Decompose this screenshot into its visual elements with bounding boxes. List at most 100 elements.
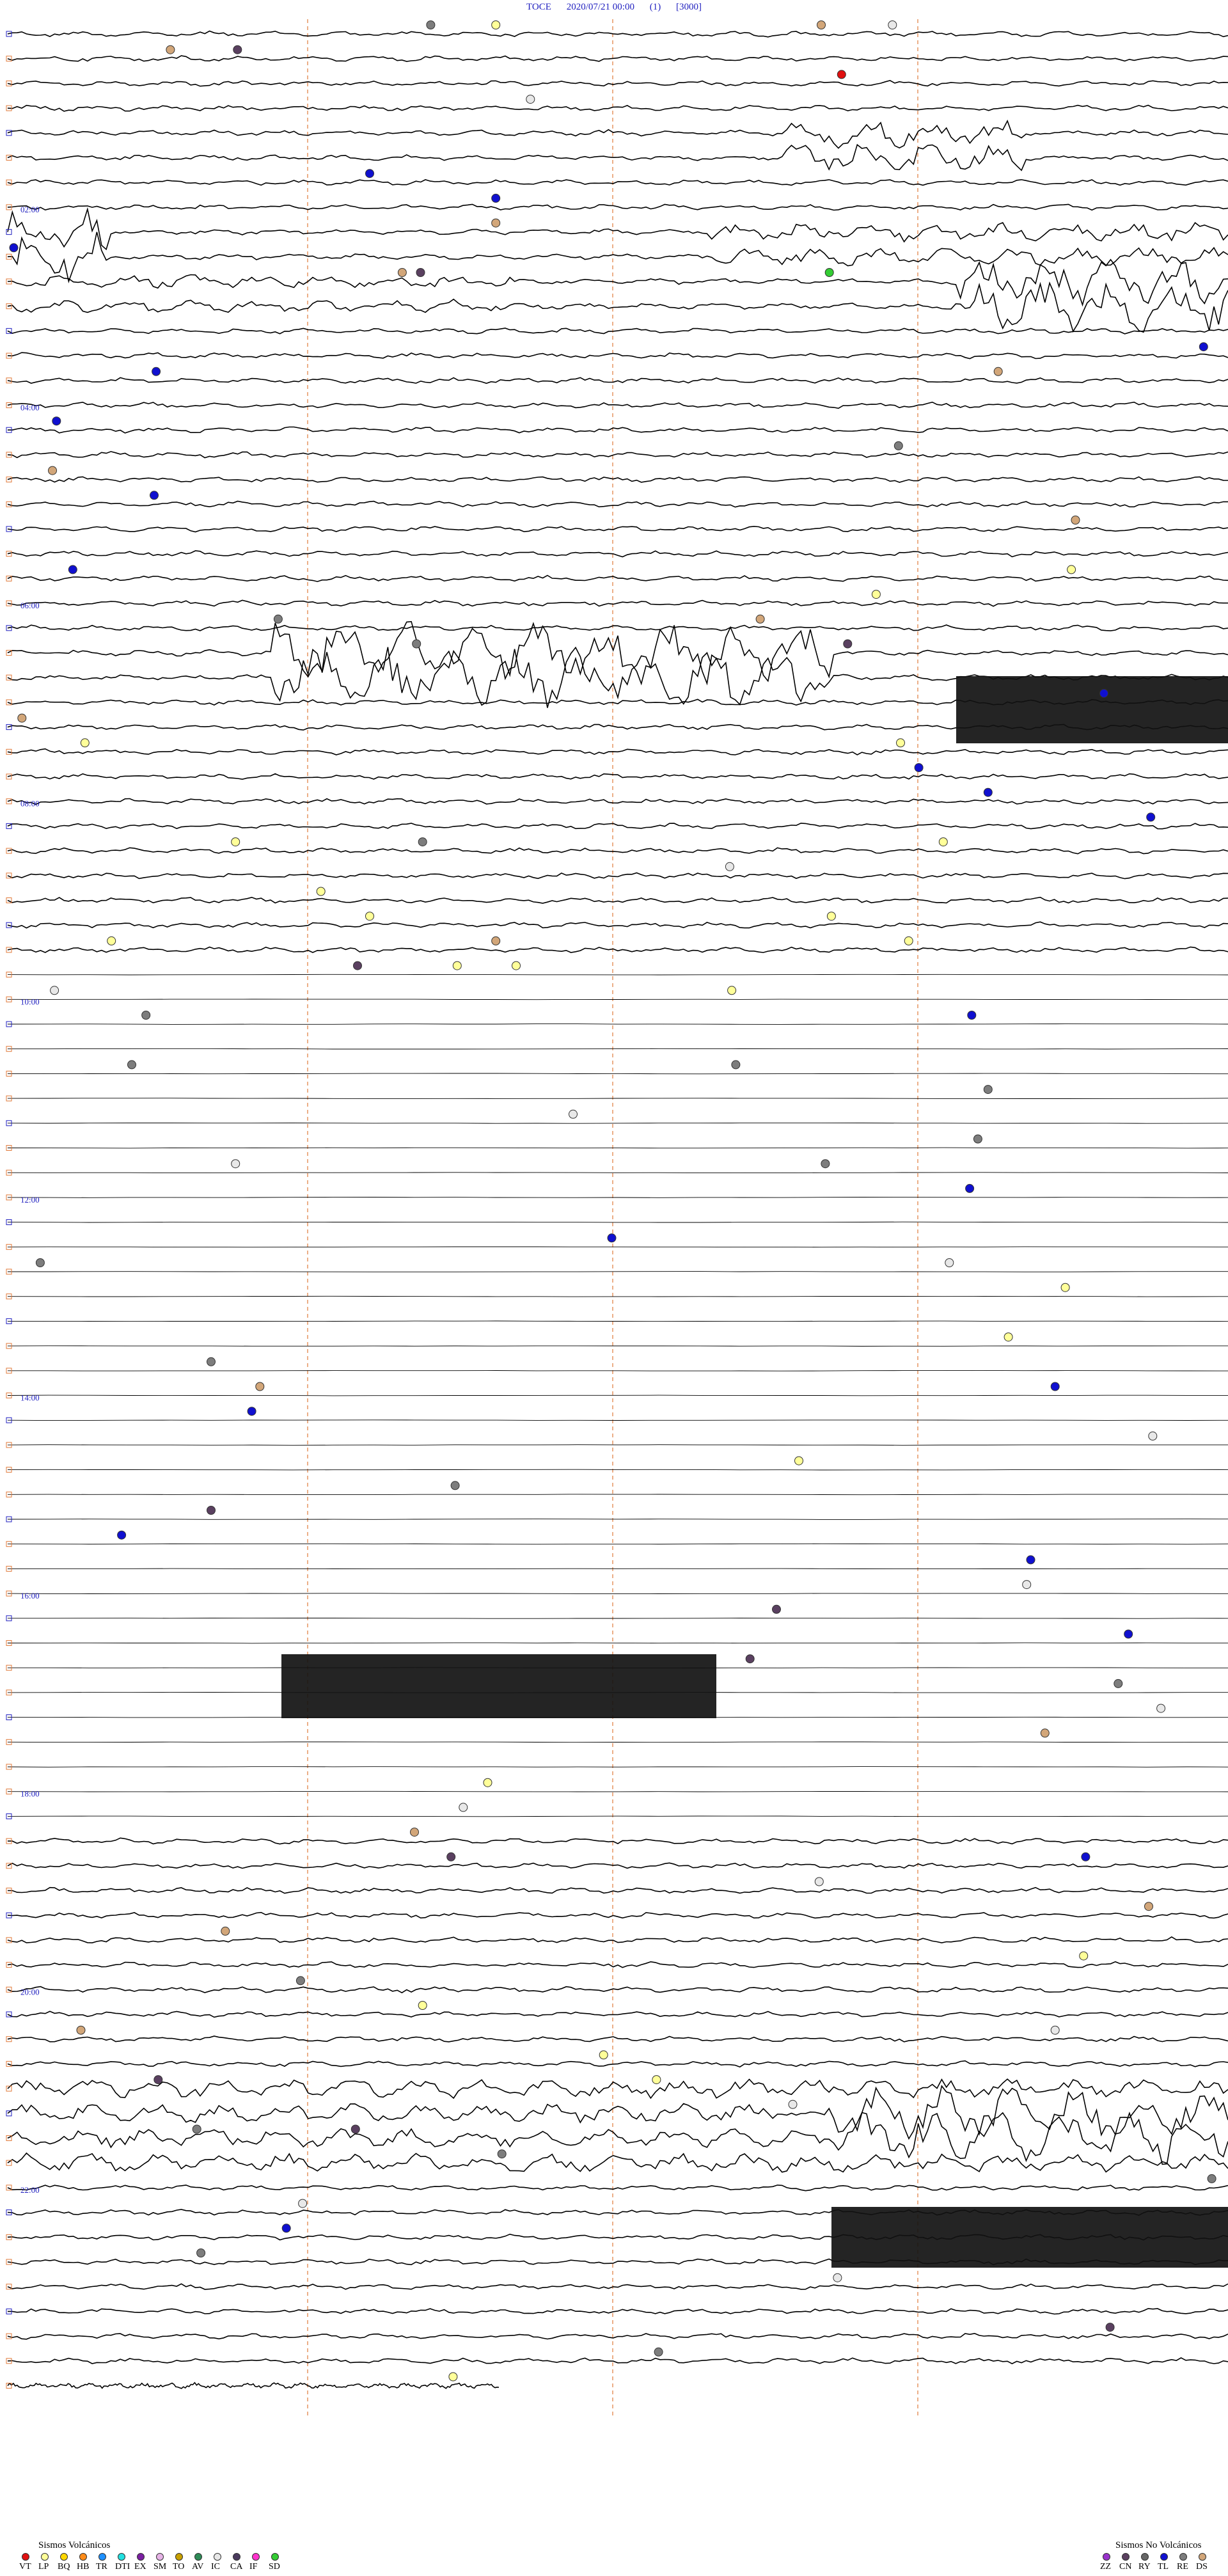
event-marker-ds <box>1040 1728 1050 1738</box>
legend-volcanic-av-label: AV <box>192 2562 204 2572</box>
event-marker-ds <box>166 45 175 54</box>
event-marker-ic <box>788 2099 798 2109</box>
trace-row <box>7 1345 1228 1347</box>
date-time: 2020/07/21 00:00 <box>566 2 634 12</box>
trace-row <box>7 1098 1228 1099</box>
event-marker-tl <box>68 565 77 574</box>
legend-volcanic-dti-swatch <box>118 2553 125 2561</box>
event-marker-lp <box>512 961 521 970</box>
event-marker-cn <box>772 1604 781 1614</box>
trace-row <box>8 1618 1228 1619</box>
event-marker-re <box>192 2124 201 2134</box>
hour-label: 18:00 <box>20 1789 40 1799</box>
trace-row <box>7 476 1228 483</box>
event-marker-re <box>426 20 436 29</box>
legend-volcanic-vt-label: VT <box>19 2562 31 2572</box>
hour-label: 20:00 <box>20 1987 40 1996</box>
legend-volcanic-tr-label: TR <box>96 2562 107 2572</box>
event-marker-ds <box>221 1926 230 1936</box>
legend-nonvolcanic-ry-label: RY <box>1138 2562 1151 2572</box>
trace-row <box>7 80 1228 87</box>
event-marker-re <box>821 1159 830 1169</box>
event-marker-ds <box>755 614 765 624</box>
component-label: (1) <box>649 2 661 12</box>
event-marker-re <box>973 1134 982 1144</box>
event-marker-re <box>1114 1679 1123 1688</box>
event-marker-re <box>273 614 283 624</box>
event-marker-ds <box>817 20 826 29</box>
event-marker-cn <box>154 2075 163 2085</box>
event-marker-ic <box>814 1877 824 1886</box>
event-marker-lp <box>1004 1332 1013 1342</box>
event-marker-tl <box>365 169 374 178</box>
row-marker <box>6 229 12 235</box>
trace-row <box>7 2382 500 2389</box>
trace-row <box>7 401 1228 409</box>
event-marker-tl <box>967 1011 977 1020</box>
hour-label: 06:00 <box>20 601 40 610</box>
legend-volcanic-sd-label: SD <box>269 2562 280 2572</box>
hour-label: 04:00 <box>20 403 40 413</box>
legend-volcanic-av-swatch <box>194 2553 202 2561</box>
trace-row <box>7 2085 1228 2140</box>
event-marker-ic <box>1156 1703 1166 1713</box>
legend-volcanic-title: Sismos Volcánicos <box>38 2540 111 2550</box>
event-marker-tl <box>52 416 61 426</box>
event-marker-re <box>141 1011 151 1020</box>
trace-row <box>7 1419 1228 1421</box>
event-marker-ic <box>833 2273 842 2282</box>
trace-row <box>7 1494 1228 1496</box>
event-marker-ic <box>888 20 897 29</box>
hour-label: 10:00 <box>20 997 40 1006</box>
event-marker-re <box>412 639 421 649</box>
legend-non-volcanic-title: Sismos No Volcánicos <box>1115 2540 1202 2550</box>
trace-row <box>7 550 1228 558</box>
event-marker-cn <box>353 961 362 970</box>
legend-volcanic-if-label: IF <box>249 2562 258 2572</box>
station-name: TOCE <box>526 2 551 12</box>
event-marker-ic <box>1022 1580 1032 1590</box>
event-marker-lp <box>826 912 836 921</box>
event-marker-re <box>497 2149 507 2159</box>
event-marker-tl <box>150 491 159 500</box>
legend-volcanic-ic-label: IC <box>211 2562 220 2572</box>
trace-row <box>7 999 1228 1000</box>
trace-row <box>7 1320 1228 1322</box>
trace-row <box>7 526 1228 533</box>
signal-burst-1 <box>956 676 1228 743</box>
event-marker-tl <box>965 1183 975 1193</box>
event-marker-lp <box>652 2075 661 2085</box>
legend-volcanic: Sismos Volcánicos VT LP BQ HB TR DTI EX SM TO AV I… <box>0 2530 333 2575</box>
event-marker-ds <box>1071 516 1080 525</box>
event-marker-cn <box>843 639 853 649</box>
trace-row <box>7 203 1228 211</box>
trace-row <box>7 377 1228 384</box>
event-marker-lp <box>794 1456 803 1466</box>
event-marker-lp <box>365 912 374 921</box>
hour-label: 14:00 <box>20 1393 40 1403</box>
trace-row <box>7 1961 1228 1968</box>
event-marker-lp <box>452 961 462 970</box>
event-marker-re <box>1207 2174 1216 2183</box>
trace-row <box>7 2152 1228 2173</box>
legend-volcanic-tr-swatch <box>98 2553 106 2561</box>
legend-nonvolcanic-cn-swatch <box>1122 2553 1130 2561</box>
legend-volcanic-if-swatch <box>252 2553 260 2561</box>
trace-row <box>7 55 1228 62</box>
trace-row <box>7 1790 1228 1792</box>
event-marker-re <box>731 1060 741 1070</box>
event-marker-re <box>654 2347 663 2357</box>
event-marker-cn <box>350 2124 360 2134</box>
legend-volcanic-sm-label: SM <box>154 2562 167 2572</box>
event-marker-lp <box>1060 1283 1070 1292</box>
trace-row <box>7 2035 1228 2043</box>
legend-volcanic-vt-swatch <box>22 2553 29 2561</box>
event-marker-re <box>983 1085 993 1094</box>
event-marker-lp <box>904 936 913 945</box>
event-marker-lp <box>491 20 501 29</box>
trace-row <box>7 748 1228 755</box>
event-marker-tl <box>1146 812 1156 822</box>
trace-row <box>7 1911 1228 1919</box>
trace-row <box>7 2078 1228 2099</box>
trace-row <box>7 599 1228 607</box>
